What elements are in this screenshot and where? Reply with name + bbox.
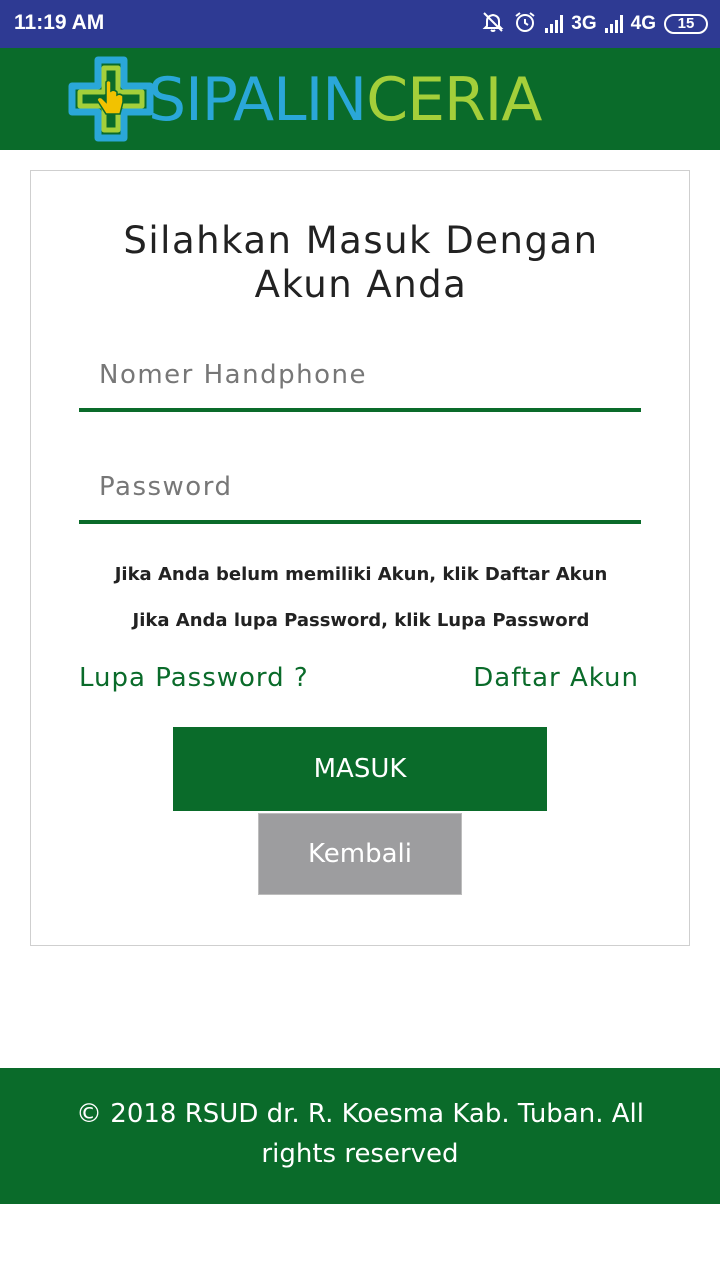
password-field	[79, 454, 641, 524]
network-type: 4G	[630, 13, 656, 34]
forgot-password-link[interactable]: Lupa Password ?	[79, 663, 309, 693]
footer: © 2018 RSUD dr. R. Koesma Kab. Tuban. Al…	[0, 1068, 720, 1204]
status-bar: 11:19 AM 3G 4G 15	[0, 0, 720, 48]
copyright-text: © 2018 RSUD dr. R. Koesma Kab. Tuban. Al…	[76, 1099, 644, 1169]
register-link[interactable]: Daftar Akun	[473, 663, 639, 693]
phone-input[interactable]	[79, 342, 641, 408]
phone-field	[79, 342, 641, 412]
status-time: 11:19 AM	[14, 11, 105, 34]
back-button[interactable]: Kembali	[258, 813, 462, 895]
battery-icon: 15	[664, 14, 708, 34]
alarm-icon	[513, 10, 537, 39]
medical-cross-hand-icon	[68, 56, 154, 142]
login-button[interactable]: MASUK	[173, 727, 547, 811]
status-icons: 3G 4G 15	[481, 10, 708, 38]
network-type: 3G	[571, 13, 597, 34]
app-logo: SIPALINCERIA	[68, 56, 578, 142]
signal-icon	[545, 15, 564, 33]
mute-icon	[481, 10, 505, 39]
login-card: Silahkan Masuk Dengan Akun Anda Jika And…	[30, 170, 690, 946]
page-title: Silahkan Masuk Dengan Akun Anda	[123, 219, 599, 306]
signal-icon	[604, 15, 623, 33]
forgot-info-text: Jika Anda lupa Password, klik Lupa Passw…	[132, 610, 590, 631]
password-input[interactable]	[79, 454, 641, 520]
app-header: SIPALINCERIA	[0, 48, 720, 150]
register-info-text: Jika Anda belum memiliki Akun, klik Daft…	[114, 564, 608, 585]
logo-text: SIPALINCERIA	[148, 65, 542, 135]
